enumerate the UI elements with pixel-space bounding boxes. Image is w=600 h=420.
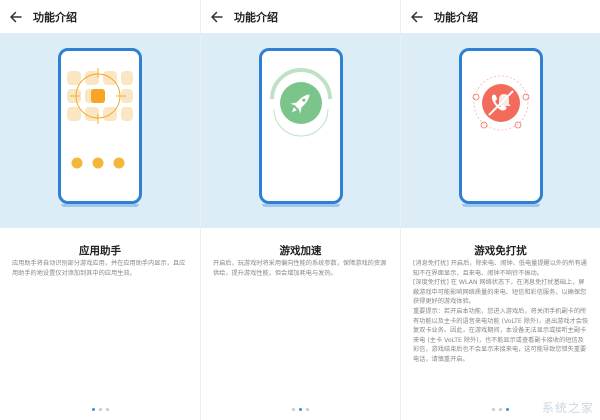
page-title: 功能介绍 xyxy=(434,10,478,24)
description-paragraph: [深度免打扰] 在 WLAN 网络状态下，在消息免打扰基础上，屏蔽游戏中可能影响… xyxy=(413,279,587,306)
page-dot xyxy=(506,408,509,411)
description-paragraph: [消息免打扰] 开启后，除来电、闹钟、低电量提醒以外的所有通知不在界面显示，且来… xyxy=(413,260,587,277)
top-bar: 功能介绍 xyxy=(0,0,200,33)
phone-illustration xyxy=(58,48,142,207)
screen-game-acceleration: 功能介绍 游戏加速 开启后，玩游戏时将采用偏向性能的系统参数，保障游戏的资源供给… xyxy=(200,0,400,420)
page-title: 功能介绍 xyxy=(234,10,278,24)
screen-game-do-not-disturb: 功能介绍 游戏免打扰 [消息免打扰] 开启后，除来电、闹钟、低电量提醒以外的所有… xyxy=(400,0,600,420)
page-dot xyxy=(105,408,109,411)
page-dot xyxy=(299,408,302,411)
page-dot xyxy=(292,408,295,411)
page-dot xyxy=(91,408,95,411)
page-indicator xyxy=(0,408,200,411)
feature-description: 开启后，玩游戏时将采用偏向性能的系统参数，保障游戏的资源供给，提升游戏性能，但会… xyxy=(213,259,390,278)
feature-description: 应用助手将自动识别部分游戏应用，并在应用助手内显示，且应用助手的地设置仅对添加到… xyxy=(12,259,190,278)
screen-app-assistant: 功能介绍 应用助手 应用助手将自动识别部分游戏应用，并在应用助手内显示，且应用助… xyxy=(0,0,200,420)
top-bar: 功能介绍 xyxy=(401,0,600,33)
app-grid-icon xyxy=(67,68,133,169)
do-not-disturb-icon xyxy=(472,75,530,131)
page-dot xyxy=(98,408,102,411)
illustration-area xyxy=(0,33,200,228)
screens-row: 功能介绍 应用助手 应用助手将自动识别部分游戏应用，并在应用助手内显示，且应用助… xyxy=(0,0,600,420)
back-arrow-icon[interactable] xyxy=(209,9,225,25)
page-dot xyxy=(492,408,495,411)
page-title: 功能介绍 xyxy=(33,10,77,24)
feature-heading: 游戏免打扰 xyxy=(474,245,527,257)
page-indicator xyxy=(201,408,400,411)
page-dot xyxy=(499,408,502,411)
feature-heading: 游戏加速 xyxy=(279,245,322,257)
watermark: 系统之家 xyxy=(541,401,594,415)
feature-description: [消息免打扰] 开启后，除来电、闹钟、低电量提醒以外的所有通知不在界面显示，且来… xyxy=(413,259,590,365)
phone-illustration xyxy=(459,48,543,207)
page-dot xyxy=(306,408,309,411)
feature-heading: 应用助手 xyxy=(79,245,121,257)
description-paragraph: 重要提示：若开启本功能，您进入游戏后，将关闭手机副卡的所有功能以及主卡的语音来电… xyxy=(413,307,589,363)
back-arrow-icon[interactable] xyxy=(409,9,425,25)
back-arrow-icon[interactable] xyxy=(8,9,24,25)
illustration-area xyxy=(401,33,600,228)
description-paragraph: 开启后，玩游戏时将采用偏向性能的系统参数，保障游戏的资源供给，提升游戏性能，但会… xyxy=(213,260,387,277)
rocket-icon xyxy=(270,68,332,137)
illustration-area xyxy=(201,33,400,228)
phone-illustration xyxy=(259,48,343,207)
top-bar: 功能介绍 xyxy=(201,0,400,33)
description-paragraph: 应用助手将自动识别部分游戏应用，并在应用助手内显示，且应用助手的地设置仅对添加到… xyxy=(12,260,186,277)
